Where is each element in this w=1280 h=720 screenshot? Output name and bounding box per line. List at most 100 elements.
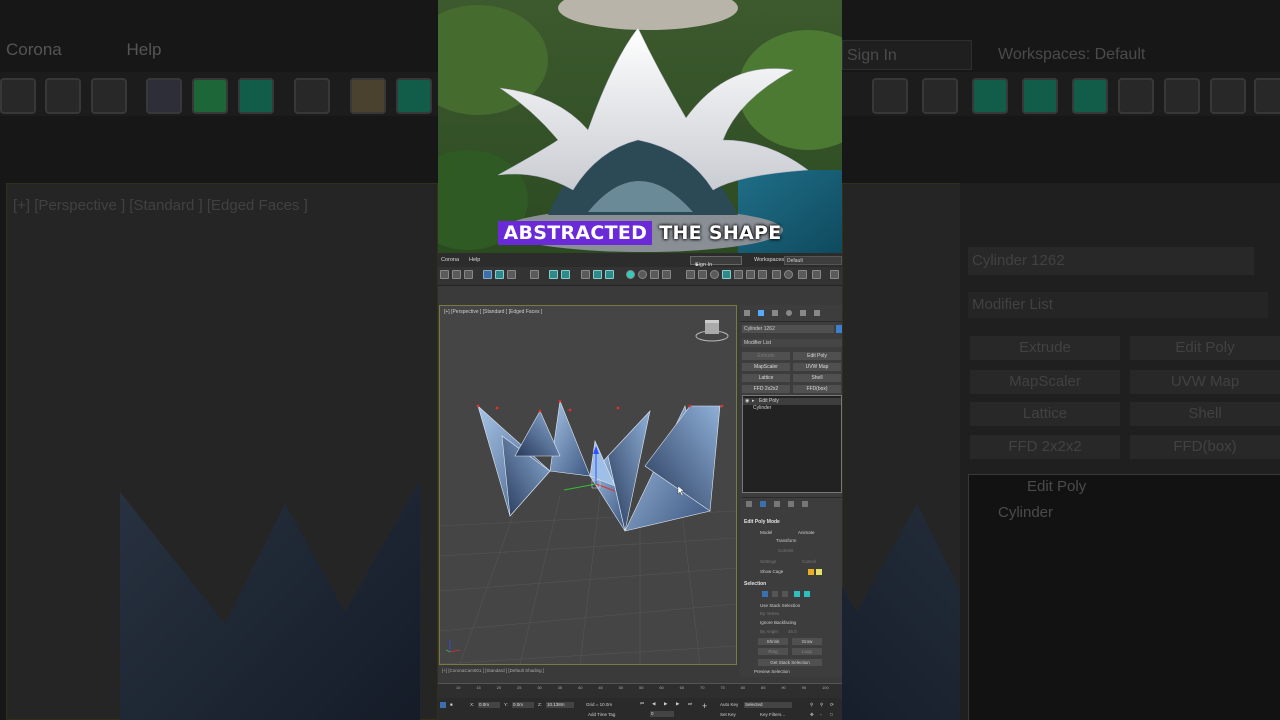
undo-icon[interactable] (440, 270, 449, 279)
z-coordinate-field[interactable]: 10.138m (546, 702, 574, 708)
settings-button[interactable]: Settings (760, 559, 776, 564)
configure-sets-icon[interactable] (802, 501, 808, 507)
gear-icon[interactable] (710, 270, 719, 279)
list-icon[interactable] (452, 270, 461, 279)
make-unique-icon[interactable] (774, 501, 780, 507)
plus-icon[interactable]: + (702, 701, 707, 711)
render-production-icon[interactable] (605, 270, 614, 279)
x-coordinate-field[interactable]: 0.0m (478, 702, 500, 708)
object-color-swatch[interactable] (836, 325, 842, 333)
teapot-icon[interactable] (784, 270, 793, 279)
lattice-button[interactable]: Lattice (742, 374, 790, 382)
cage-color-swatch[interactable] (808, 569, 814, 575)
border-mode-icon[interactable] (782, 591, 788, 597)
workspaces-select[interactable]: Default (784, 256, 842, 265)
edit-poly-button[interactable]: Edit Poly (793, 352, 841, 360)
render-icon[interactable] (593, 270, 602, 279)
curve-editor-icon[interactable] (495, 270, 504, 279)
render-frame-icon[interactable] (581, 270, 590, 279)
hierarchy-tab-icon[interactable] (772, 310, 778, 316)
expand-arrow-icon[interactable]: ▸ (752, 398, 755, 405)
corona-icon[interactable] (722, 270, 731, 279)
shell-button[interactable]: Shell (793, 374, 841, 382)
layers-icon[interactable] (464, 270, 473, 279)
light-icon[interactable] (626, 270, 635, 279)
mapscaler-button[interactable]: MapScaler (742, 363, 790, 371)
eye-icon[interactable]: ◉ (745, 398, 749, 405)
sign-in-dropdown[interactable]: ● Sign In (690, 256, 742, 268)
lock-icon[interactable]: ■ (450, 702, 453, 707)
object-name-field[interactable]: Cylinder 1262 (742, 325, 834, 333)
current-frame-field[interactable]: 0 (650, 711, 674, 717)
schematic-icon[interactable] (530, 270, 539, 279)
by-vertex-checkbox[interactable]: By Vertex (760, 611, 779, 616)
interactive-render-icon[interactable] (746, 270, 755, 279)
scene-explorer-icon[interactable] (483, 270, 492, 279)
display-tab-icon[interactable] (800, 310, 806, 316)
converter-icon[interactable] (812, 270, 821, 279)
zoom-all-icon[interactable]: ⚲ (820, 702, 823, 708)
use-stack-selection-checkbox[interactable]: Use Stack Selection (760, 603, 800, 608)
loop-button[interactable]: Loop (792, 648, 822, 655)
time-slider[interactable]: 10 15 20 25 30 35 40 45 50 55 60 65 70 75 80 85 90 95 100 (438, 683, 842, 698)
viewcube[interactable] (695, 320, 729, 342)
y-coordinate-field[interactable]: 0.0m (512, 702, 534, 708)
bottom-viewport-label[interactable]: [+] [CoronaCam001 ] [Standard ] [Default… (442, 668, 544, 673)
stack-item-cylinder[interactable]: Cylinder (743, 405, 841, 412)
dope-sheet-icon[interactable] (507, 270, 516, 279)
modifier-list-dropdown[interactable]: Modifier List (742, 339, 842, 347)
align-icon[interactable] (686, 270, 695, 279)
cancel-button[interactable]: Cancel (802, 559, 816, 564)
viewport-label[interactable]: [+] [Perspective ] [Standard ] [Edged Fa… (444, 309, 542, 315)
angle-spinner[interactable]: 45.0 (788, 629, 797, 634)
fov-icon[interactable]: ◦ (820, 712, 822, 717)
render-setup-icon[interactable] (561, 270, 570, 279)
perspective-viewport[interactable]: [+] [Perspective ] [Standard ] [Edged Fa… (439, 305, 737, 665)
shrink-button[interactable]: Shrink (758, 638, 788, 645)
key-filters-button[interactable]: Key Filters... (760, 712, 785, 717)
by-angle-checkbox[interactable]: By Angle: (760, 629, 779, 634)
vertex-mode-icon[interactable] (762, 591, 768, 597)
get-stack-selection-button[interactable]: Get Stack Selection (758, 659, 822, 666)
polygon-mode-icon[interactable] (794, 591, 800, 597)
menu-corona[interactable]: Corona (441, 257, 459, 263)
set-key-button[interactable]: Set Key (720, 712, 736, 717)
gizmo-y-axis[interactable] (563, 483, 597, 491)
edge-mode-icon[interactable] (772, 591, 778, 597)
commit-button[interactable]: Commit (778, 548, 794, 553)
utilities-tab-icon[interactable] (814, 310, 820, 316)
play-icon[interactable]: ▶ (664, 701, 667, 707)
motion-tab-icon[interactable] (786, 310, 792, 316)
orbit-icon[interactable]: ⟳ (830, 702, 834, 708)
auto-key-button[interactable]: Auto Key (720, 702, 738, 707)
frame-buffer-icon[interactable] (734, 270, 743, 279)
proxy-icon[interactable] (772, 270, 781, 279)
cage-selected-color-swatch[interactable] (816, 569, 822, 575)
selection-lock-icon[interactable] (440, 702, 446, 708)
batch-icon[interactable] (758, 270, 767, 279)
next-frame-icon[interactable]: ▶ (676, 701, 679, 707)
show-end-result-icon[interactable] (760, 501, 766, 507)
pan-icon[interactable]: ✥ (810, 712, 814, 718)
bulb-icon[interactable] (830, 270, 839, 279)
show-cage-checkbox[interactable]: Show Cage (760, 569, 783, 574)
model-radio[interactable]: Model (760, 530, 772, 535)
modify-tab-icon[interactable] (758, 310, 764, 316)
goto-end-icon[interactable]: ⏭ (688, 701, 692, 706)
zoom-icon[interactable]: ⚲ (810, 702, 813, 708)
tree-icon[interactable] (698, 270, 707, 279)
ffd-box-button[interactable]: FFD(box) (793, 385, 841, 393)
stack-item-edit-poly[interactable]: ◉ ▸ Edit Poly (743, 398, 841, 405)
remove-modifier-icon[interactable] (788, 501, 794, 507)
goto-start-icon[interactable]: ⏮ (640, 701, 644, 706)
folded-shape[interactable] (477, 399, 721, 532)
uvw-map-button[interactable]: UVW Map (793, 363, 841, 371)
selection-rollout[interactable]: Selection (744, 581, 766, 587)
pin-stack-icon[interactable] (746, 501, 752, 507)
grid-icon[interactable] (662, 270, 671, 279)
menu-help[interactable]: Help (469, 257, 480, 263)
create-tab-icon[interactable] (744, 310, 750, 316)
grow-button[interactable]: Grow (792, 638, 822, 645)
key-set-dropdown[interactable]: Selected (744, 702, 792, 708)
element-mode-icon[interactable] (804, 591, 810, 597)
